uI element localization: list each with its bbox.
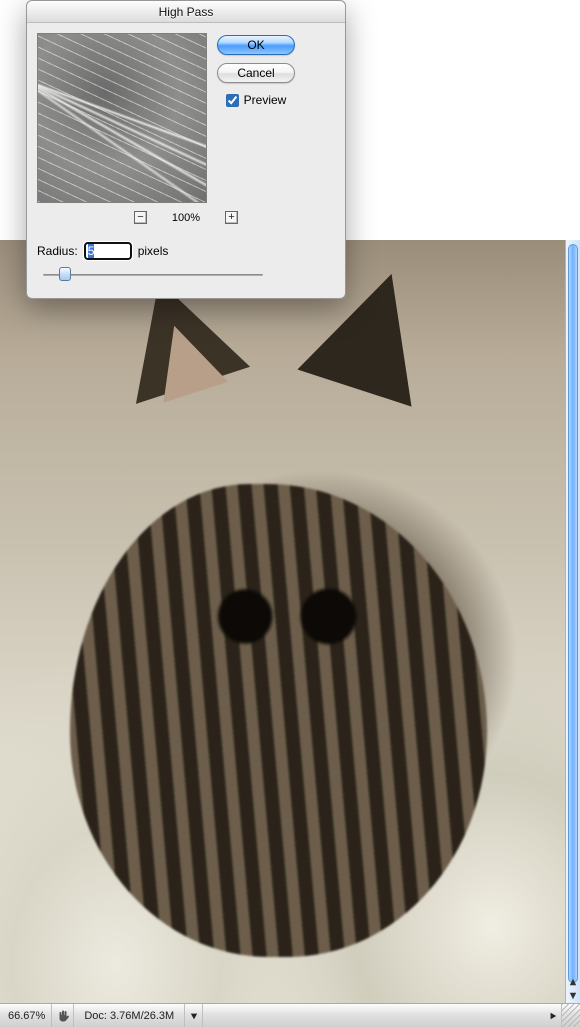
zoom-in-button[interactable]: + — [225, 211, 238, 224]
radius-slider[interactable] — [43, 266, 263, 284]
filter-preview[interactable] — [37, 33, 207, 203]
vertical-scrollbar[interactable] — [565, 240, 580, 1003]
cancel-button[interactable]: Cancel — [217, 63, 295, 83]
scrollbar-thumb[interactable] — [568, 244, 578, 983]
zoom-level[interactable]: 66.67% — [0, 1004, 52, 1027]
document-canvas[interactable] — [0, 240, 580, 1003]
ok-button[interactable]: OK — [217, 35, 295, 55]
status-bar: 66.67% Doc: 3.76M/26.3M — [0, 1003, 580, 1027]
radius-unit: pixels — [138, 244, 169, 258]
preview-checkbox-label: Preview — [244, 93, 287, 107]
image-region — [70, 484, 488, 957]
high-pass-dialog: High Pass OK Cancel Preview − 100% + Rad… — [26, 0, 346, 299]
preview-checkbox[interactable] — [226, 94, 239, 107]
doc-label: Doc: — [84, 1010, 107, 1022]
zoom-out-button[interactable]: − — [134, 211, 147, 224]
hand-icon[interactable] — [52, 1004, 74, 1027]
doc-size: Doc: 3.76M/26.3M — [74, 1004, 185, 1027]
info-menu-icon[interactable] — [185, 1004, 203, 1027]
scroll-right-icon[interactable] — [544, 1004, 562, 1027]
preview-image — [38, 34, 206, 202]
dialog-title: High Pass — [159, 5, 214, 19]
doc-value: 3.76M/26.3M — [110, 1010, 174, 1022]
scroll-down-icon[interactable] — [566, 989, 580, 1003]
preview-checkbox-row[interactable]: Preview — [226, 93, 287, 107]
radius-input[interactable] — [84, 242, 132, 260]
preview-zoom-value: 100% — [169, 212, 203, 224]
dialog-titlebar[interactable]: High Pass — [27, 1, 345, 23]
document-image — [0, 240, 580, 1003]
resize-grip-icon[interactable] — [562, 1004, 580, 1027]
radius-label: Radius: — [37, 244, 78, 258]
slider-thumb[interactable] — [59, 267, 71, 281]
slider-track — [43, 274, 263, 276]
scroll-up-icon[interactable] — [566, 975, 580, 989]
